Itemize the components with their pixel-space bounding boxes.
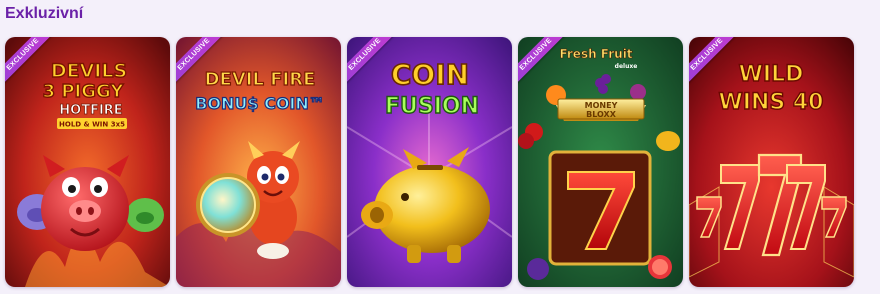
logo-line3: HOTFIRE: [59, 103, 122, 118]
game-thumbnail: Fresh Fruit deluxe MONEY BLOXX: [518, 37, 683, 287]
logo-line2: WINS 40: [719, 90, 824, 115]
game-thumbnail: DEVIL FIRE BONU$ COIN™: [176, 37, 341, 287]
game-card-wild-wins-40[interactable]: WILD WINS 40 EXCLUSIVE: [689, 37, 854, 287]
logo-line2: 3 PIGGY: [43, 81, 125, 102]
game-card-coin-fusion[interactable]: COIN FUSION EXCLUSIVE: [347, 37, 512, 287]
game-card-devils-3-piggy-hotfire[interactable]: DEVILS 3 PIGGY HOTFIRE HOLD & WIN 3x5 EX…: [5, 37, 170, 287]
game-card-devil-fire-bonus-coin[interactable]: DEVIL FIRE BONU$ COIN™ EXCLUSIVE: [176, 37, 341, 287]
games-carousel: DEVILS 3 PIGGY HOTFIRE HOLD & WIN 3x5 EX…: [5, 37, 854, 287]
game-thumbnail: DEVILS 3 PIGGY HOTFIRE HOLD & WIN 3x5: [5, 37, 170, 287]
logo-line2: FUSION: [385, 94, 479, 119]
logo-line4: BLOXX: [586, 110, 617, 119]
logo-line3: MONEY: [585, 101, 618, 110]
logo-line1: Fresh Fruit: [559, 47, 632, 61]
logo-line1: DEVIL FIRE: [205, 69, 316, 90]
logo-line2: deluxe: [615, 63, 638, 70]
game-card-fresh-fruit-money-bloxx[interactable]: Fresh Fruit deluxe MONEY BLOXX EXCLUSIVE: [518, 37, 683, 287]
game-thumbnail: COIN FUSION: [347, 37, 512, 287]
section-title: Exkluzivní: [5, 5, 84, 22]
logo-line1: WILD: [739, 62, 804, 87]
logo-line4: HOLD & WIN 3x5: [59, 121, 125, 129]
game-thumbnail: WILD WINS 40: [689, 37, 854, 287]
logo-line2: BONU$ COIN™: [195, 94, 325, 113]
logo-line1: COIN: [391, 58, 469, 91]
logo-line1: DEVILS: [51, 60, 127, 82]
